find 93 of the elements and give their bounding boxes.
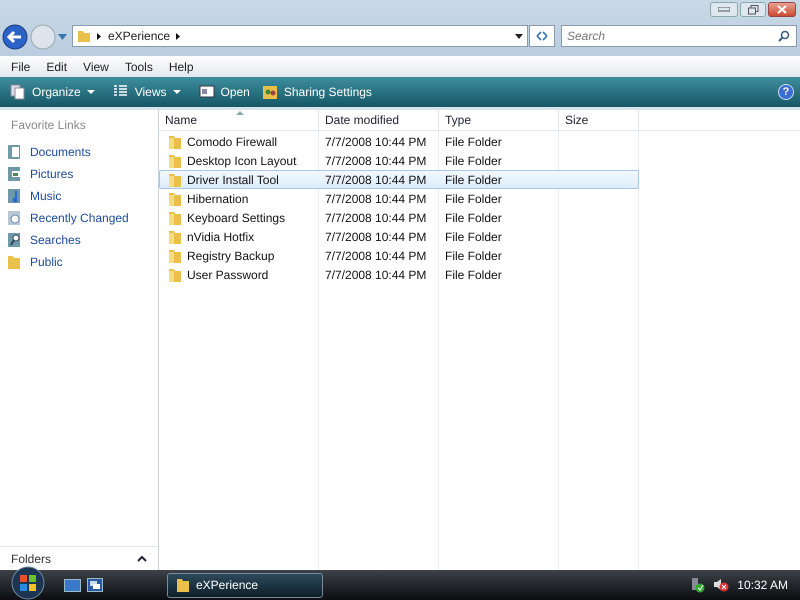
sidebar-link[interactable]: Searches [0,229,158,251]
restore-icon [748,4,758,14]
taskbar-window-button[interactable]: eXPerience [167,572,323,598]
toolbar-button[interactable]: Sharing Settings [258,80,376,104]
sharing-icon [262,84,278,100]
file-row[interactable]: Comodo Firewall 7/7/2008 10:44 PM File Folder [159,132,639,151]
dropdown-arrow-icon[interactable] [515,34,523,38]
file-row[interactable]: Desktop Icon Layout 7/7/2008 10:44 PM File Folder [159,151,639,170]
type-cell-text: File Folder [444,152,503,170]
caret-icon [172,90,180,94]
help-button[interactable]: ? [778,84,794,100]
menu-item[interactable]: Tools [116,58,161,76]
date-cell-text: 7/7/2008 10:44 PM [324,248,428,264]
menu-item[interactable]: Help [160,58,202,76]
file-name: Driver Install Tool [187,172,279,188]
column-header[interactable]: Size [559,110,639,130]
folder-icon [168,190,182,206]
folder-icon [176,577,190,593]
folder-icon [77,29,91,43]
breadcrumb-arrow-icon[interactable] [176,32,182,40]
date-cell-text: 7/7/2008 10:44 PM [324,134,428,150]
sidebar-heading: Favorite Links [10,117,87,134]
collapse-icon[interactable] [137,555,147,562]
type-cell-text: File Folder [444,210,503,226]
folder-icon [168,210,182,226]
switch-windows-icon[interactable] [87,578,103,592]
sidebar-link[interactable]: Pictures [0,163,158,185]
type-cell-text: File Folder [444,266,503,284]
file-name: Hibernation [187,190,248,208]
type-cell-text: File Folder [444,134,503,150]
file-name: Keyboard Settings [187,210,286,226]
column-header[interactable]: Date modified [319,110,439,130]
sidebar-link[interactable]: Public [0,251,158,273]
show-desktop-icon[interactable] [64,578,81,592]
muted-speaker-icon[interactable] [713,578,730,592]
clock[interactable]: 10:32 AM [737,576,788,594]
open-icon [198,84,214,100]
search-icon[interactable] [778,30,790,42]
close-icon [777,5,787,14]
file-name: Comodo Firewall [187,134,278,150]
sidebar-link[interactable]: Music [0,185,158,207]
sidebar-link[interactable]: Documents [0,141,158,163]
date-cell-text: 7/7/2008 10:44 PM [324,228,428,246]
menu-item[interactable]: View [75,58,117,76]
file-row[interactable]: Registry Backup 7/7/2008 10:44 PM File Folder [159,246,639,265]
folder-icon [7,254,21,270]
file-row[interactable]: Keyboard Settings 7/7/2008 10:44 PM File Folder [159,208,639,227]
file-name: nVidia Hotfix [187,228,254,246]
sort-arrow-icon [236,111,244,115]
folder-icon [168,172,182,188]
file-name: Registry Backup [187,248,274,264]
folder-icon [168,152,182,168]
date-cell-text: 7/7/2008 10:44 PM [324,266,428,284]
date-cell-text: 7/7/2008 10:44 PM [324,172,428,188]
file-row[interactable]: nVidia Hotfix 7/7/2008 10:44 PM File Folder [159,227,639,246]
back-button[interactable] [2,24,28,50]
type-cell-text: File Folder [444,190,503,208]
restore-button[interactable] [740,2,766,17]
sidebar-link[interactable]: Recently Changed [0,207,158,229]
caret-icon [86,90,95,94]
close-button[interactable] [768,2,796,17]
file-row[interactable]: Hibernation 7/7/2008 10:44 PM File Folder [159,189,639,208]
folder-icon [168,134,182,150]
file-name: User Password [187,266,268,284]
toolbar-button[interactable]: Open [194,80,254,104]
date-cell-text: 7/7/2008 10:44 PM [324,190,428,208]
folder-icon [168,266,182,282]
minimize-icon [718,7,730,12]
file-row[interactable]: User Password 7/7/2008 10:44 PM File Folder [159,265,639,284]
column-header[interactable]: Type [439,110,559,130]
file-row[interactable]: Driver Install Tool 7/7/2008 10:44 PM File Folder [159,170,639,189]
toolbar-button[interactable]: Views [108,80,190,104]
folder-icon [168,228,182,244]
breadcrumb-arrow-icon[interactable] [97,32,102,40]
search-field[interactable]: Search [561,25,797,47]
type-cell-text: File Folder [444,228,503,246]
minimize-button[interactable] [710,2,738,17]
refresh-button[interactable] [529,25,555,47]
breadcrumb[interactable]: eXPerience [108,27,170,45]
network-icon[interactable] [691,577,706,593]
menu-item[interactable]: File [3,58,38,76]
type-cell-text: File Folder [444,172,503,188]
folder-icon [168,248,182,264]
folders-label: Folders [11,550,52,568]
address-bar[interactable]: eXPerience [72,25,528,47]
toolbar-button[interactable]: Organize [6,80,105,104]
date-cell-text: 7/7/2008 10:44 PM [324,152,428,170]
history-dropdown-icon[interactable] [58,34,67,40]
file-name: Desktop Icon Layout [187,152,296,170]
organize-icon [10,84,26,100]
date-cell-text: 7/7/2008 10:44 PM [324,210,428,226]
type-cell-text: File Folder [444,248,503,264]
menu-item[interactable]: Edit [38,58,76,76]
